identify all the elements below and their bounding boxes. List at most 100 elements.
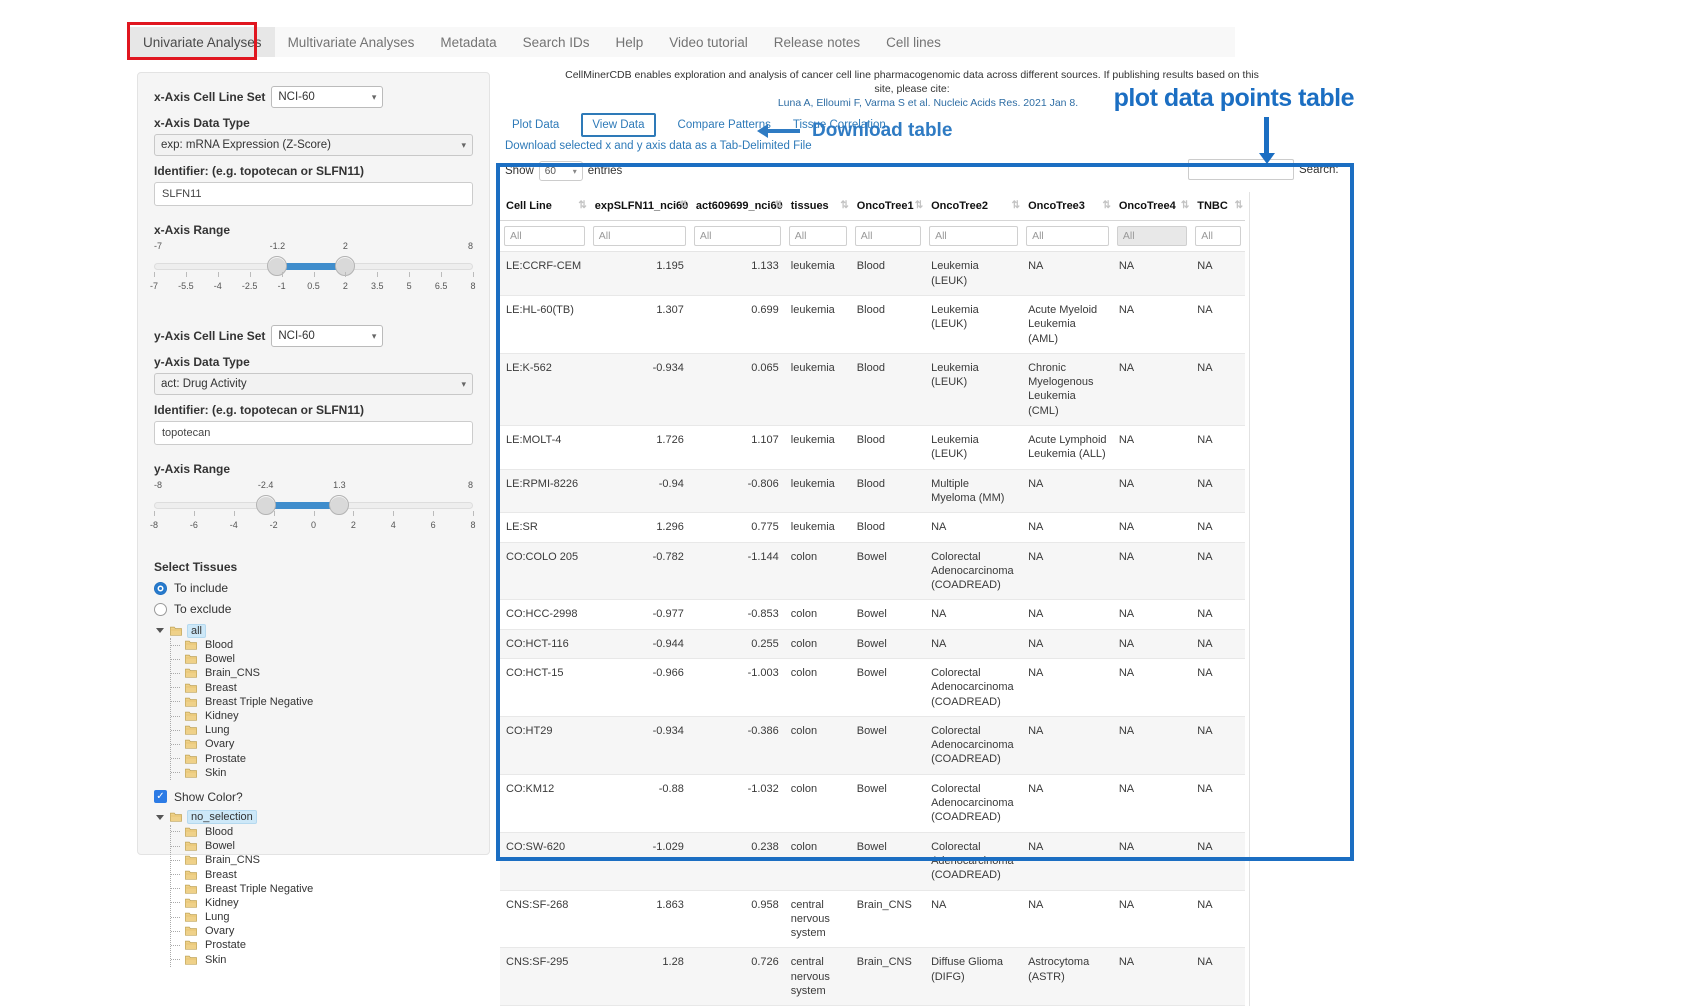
nav-item-search-ids[interactable]: Search IDs <box>510 27 603 57</box>
sort-icon[interactable]: ⇅ <box>1235 200 1243 211</box>
tree-item-label[interactable]: Kidney <box>202 897 242 909</box>
column-filter-input[interactable]: All <box>855 226 921 246</box>
nav-item-multivariate-analyses[interactable]: Multivariate Analyses <box>275 27 428 57</box>
tree-item-kidney[interactable]: Kidney <box>171 896 473 910</box>
x-identifier-input[interactable]: SLFN11 <box>154 182 473 206</box>
sort-icon[interactable]: ⇅ <box>578 200 586 211</box>
tree-item-prostate[interactable]: Prostate <box>171 752 473 766</box>
slider-handle-low[interactable] <box>267 256 287 276</box>
y-axis-range-slider[interactable]: -8-2.41.38-8-6-4-202468 <box>154 480 473 538</box>
radio-to-exclude[interactable]: To exclude <box>154 602 473 616</box>
tree-item-kidney[interactable]: Kidney <box>171 709 473 723</box>
tree-item-breast-triple-negative[interactable]: Breast Triple Negative <box>171 695 473 709</box>
table-row[interactable]: CNS:SF-2681.8630.958central nervous syst… <box>500 890 1245 948</box>
slider-handle-high[interactable] <box>329 495 349 515</box>
tree-item-label[interactable]: Breast Triple Negative <box>202 696 316 708</box>
tree-expand-icon[interactable] <box>156 815 164 820</box>
search-input[interactable] <box>1188 159 1294 180</box>
tree-item-label[interactable]: Bowel <box>202 840 238 852</box>
tree-item-label[interactable]: Bowel <box>202 653 238 665</box>
y-identifier-input[interactable]: topotecan <box>154 421 473 445</box>
tree-item-label[interactable]: Prostate <box>202 753 249 765</box>
tree-item-label[interactable]: Kidney <box>202 710 242 722</box>
entries-select[interactable]: 60 ▾ <box>539 161 583 181</box>
nav-item-release-notes[interactable]: Release notes <box>761 27 873 57</box>
x-cell-line-set-select[interactable]: NCI-60 ▾ <box>271 86 383 108</box>
sort-icon[interactable]: ⇅ <box>1181 200 1189 211</box>
col-header-tnbc[interactable]: TNBC⇅ <box>1191 192 1245 221</box>
col-header-oncotree4[interactable]: OncoTree4⇅ <box>1113 192 1191 221</box>
tree-item-lung[interactable]: Lung <box>171 723 473 737</box>
tree-item-label[interactable]: Blood <box>202 826 236 838</box>
table-row[interactable]: LE:CCRF-CEM1.1951.133leukemiaBloodLeukem… <box>500 252 1245 296</box>
col-header-act609699_nci60[interactable]: act609699_nci60⇅ <box>690 192 785 221</box>
tree-item-label[interactable]: Breast Triple Negative <box>202 883 316 895</box>
tree-item-label[interactable]: Brain_CNS <box>202 667 263 679</box>
tree-item-label[interactable]: Breast <box>202 869 240 881</box>
tree-item-skin[interactable]: Skin <box>171 766 473 780</box>
column-filter-input[interactable]: All <box>504 226 585 246</box>
tree-item-bowel[interactable]: Bowel <box>171 652 473 666</box>
tree-item-ovary[interactable]: Ovary <box>171 924 473 938</box>
table-row[interactable]: CO:HCT-15-0.966-1.003colonBowelColorecta… <box>500 658 1245 716</box>
table-row[interactable]: LE:HL-60(TB)1.3070.699leukemiaBloodLeuke… <box>500 295 1245 353</box>
table-row[interactable]: CNS:SF-2951.280.726central nervous syste… <box>500 948 1245 1006</box>
tree-item-bowel[interactable]: Bowel <box>171 839 473 853</box>
column-filter-input[interactable]: All <box>1195 226 1241 246</box>
show-color-checkbox[interactable]: ✓ Show Color? <box>154 790 473 804</box>
tree-root-all[interactable]: all <box>156 623 473 638</box>
download-tab-delimited-link[interactable]: Download selected x and y axis data as a… <box>505 140 812 152</box>
tree-item-blood[interactable]: Blood <box>171 825 473 839</box>
tree-item-label[interactable]: Prostate <box>202 939 249 951</box>
nav-item-univariate-analyses[interactable]: Univariate Analyses <box>130 27 275 57</box>
y-data-type-select[interactable]: act: Drug Activity ▾ <box>154 373 473 395</box>
tree-item-label[interactable]: Lung <box>202 724 232 736</box>
table-row[interactable]: CO:KM12-0.88-1.032colonBowelColorectal A… <box>500 774 1245 832</box>
col-header-oncotree3[interactable]: OncoTree3⇅ <box>1022 192 1113 221</box>
tree-item-ovary[interactable]: Ovary <box>171 737 473 751</box>
table-row[interactable]: CO:COLO 205-0.782-1.144colonBowelColorec… <box>500 542 1245 600</box>
tree-root-no_selection[interactable]: no_selection <box>156 810 473 825</box>
tree-item-label[interactable]: Ovary <box>202 925 237 937</box>
x-axis-range-slider[interactable]: -7-1.228-7-5.5-4-2.5-10.523.556.58 <box>154 241 473 299</box>
tree-item-label[interactable]: Ovary <box>202 738 237 750</box>
tree-item-breast-triple-negative[interactable]: Breast Triple Negative <box>171 882 473 896</box>
table-row[interactable]: CO:HCT-116-0.9440.255colonBowelNANANANA <box>500 629 1245 658</box>
column-filter-input[interactable]: All <box>789 226 847 246</box>
table-row[interactable]: CO:HT29-0.934-0.386colonBowelColorectal … <box>500 716 1245 774</box>
tree-item-breast[interactable]: Breast <box>171 867 473 881</box>
table-row[interactable]: LE:MOLT-41.7261.107leukemiaBloodLeukemia… <box>500 426 1245 470</box>
column-filter-input[interactable]: All <box>1117 226 1187 246</box>
table-row[interactable]: LE:SR1.2960.775leukemiaBloodNANANANA <box>500 513 1245 542</box>
col-header-oncotree1[interactable]: OncoTree1⇅ <box>851 192 925 221</box>
tree-expand-icon[interactable] <box>156 628 164 633</box>
column-filter-input[interactable]: All <box>929 226 1018 246</box>
tree-item-label[interactable]: Breast <box>202 682 240 694</box>
nav-item-help[interactable]: Help <box>602 27 656 57</box>
tree-item-prostate[interactable]: Prostate <box>171 938 473 952</box>
table-row[interactable]: LE:RPMI-8226-0.94-0.806leukemiaBloodMult… <box>500 469 1245 513</box>
tree-item-lung[interactable]: Lung <box>171 910 473 924</box>
column-filter-input[interactable]: All <box>593 226 686 246</box>
col-header-oncotree2[interactable]: OncoTree2⇅ <box>925 192 1022 221</box>
sort-icon[interactable]: ⇅ <box>1102 200 1110 211</box>
radio-to-include[interactable]: To include <box>154 581 473 595</box>
col-header-expslfn11_nci60[interactable]: expSLFN11_nci60⇅ <box>589 192 690 221</box>
sort-icon[interactable]: ⇅ <box>840 200 848 211</box>
tab-plot-data[interactable]: Plot Data <box>512 119 559 131</box>
nav-item-video-tutorial[interactable]: Video tutorial <box>656 27 761 57</box>
tree-item-label[interactable]: Brain_CNS <box>202 854 263 866</box>
tree-root-label[interactable]: all <box>187 624 206 638</box>
sort-icon[interactable]: ⇅ <box>915 200 923 211</box>
col-header-tissues[interactable]: tissues⇅ <box>785 192 851 221</box>
tree-item-label[interactable]: Blood <box>202 639 236 651</box>
tree-item-skin[interactable]: Skin <box>171 953 473 967</box>
tree-item-breast[interactable]: Breast <box>171 681 473 695</box>
sort-icon[interactable]: ⇅ <box>1012 200 1020 211</box>
col-header-cell line[interactable]: Cell Line⇅ <box>500 192 589 221</box>
x-data-type-select[interactable]: exp: mRNA Expression (Z-Score) ▾ <box>154 134 473 156</box>
tree-item-blood[interactable]: Blood <box>171 638 473 652</box>
table-row[interactable]: CO:SW-620-1.0290.238colonBowelColorectal… <box>500 832 1245 890</box>
tree-item-brain_cns[interactable]: Brain_CNS <box>171 666 473 680</box>
sort-icon[interactable]: ⇅ <box>679 200 687 211</box>
